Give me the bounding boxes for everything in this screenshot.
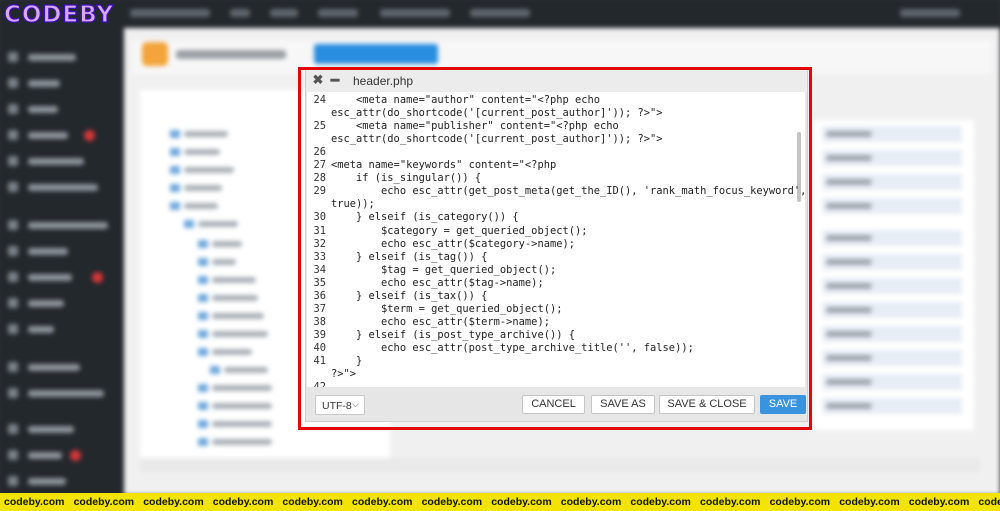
watermark-text: codeby.com	[978, 496, 1000, 508]
highlight-frame	[298, 67, 812, 430]
admin-sidebar	[0, 28, 124, 495]
watermark-text: codeby.com	[630, 496, 691, 508]
admin-topbar	[0, 0, 1000, 28]
watermark-text: codeby.com	[491, 496, 552, 508]
watermark-text: codeby.com	[143, 496, 204, 508]
codeby-logo: CODEBY	[3, 1, 115, 28]
watermark-text: codeby.com	[352, 496, 413, 508]
watermark-text: codeby.com	[212, 496, 274, 508]
watermark-text: codeby.com	[700, 496, 761, 508]
watermark-text: codeby.com	[560, 496, 622, 508]
watermark-text: codeby.com	[421, 496, 483, 508]
watermark-text: codeby.com	[839, 496, 900, 508]
watermark-text: codeby.com	[4, 496, 65, 508]
watermark-text: codeby.com	[769, 496, 831, 508]
watermark-bar: codeby.com codeby.com codeby.com codeby.com…	[0, 493, 1000, 511]
watermark-text: codeby.com	[282, 496, 343, 508]
watermark-text: codeby.com	[73, 496, 135, 508]
watermark-text: codeby.com	[908, 496, 970, 508]
screen: CODEBY ✖ ━ header.php 24 <meta name="aut…	[0, 0, 1000, 511]
